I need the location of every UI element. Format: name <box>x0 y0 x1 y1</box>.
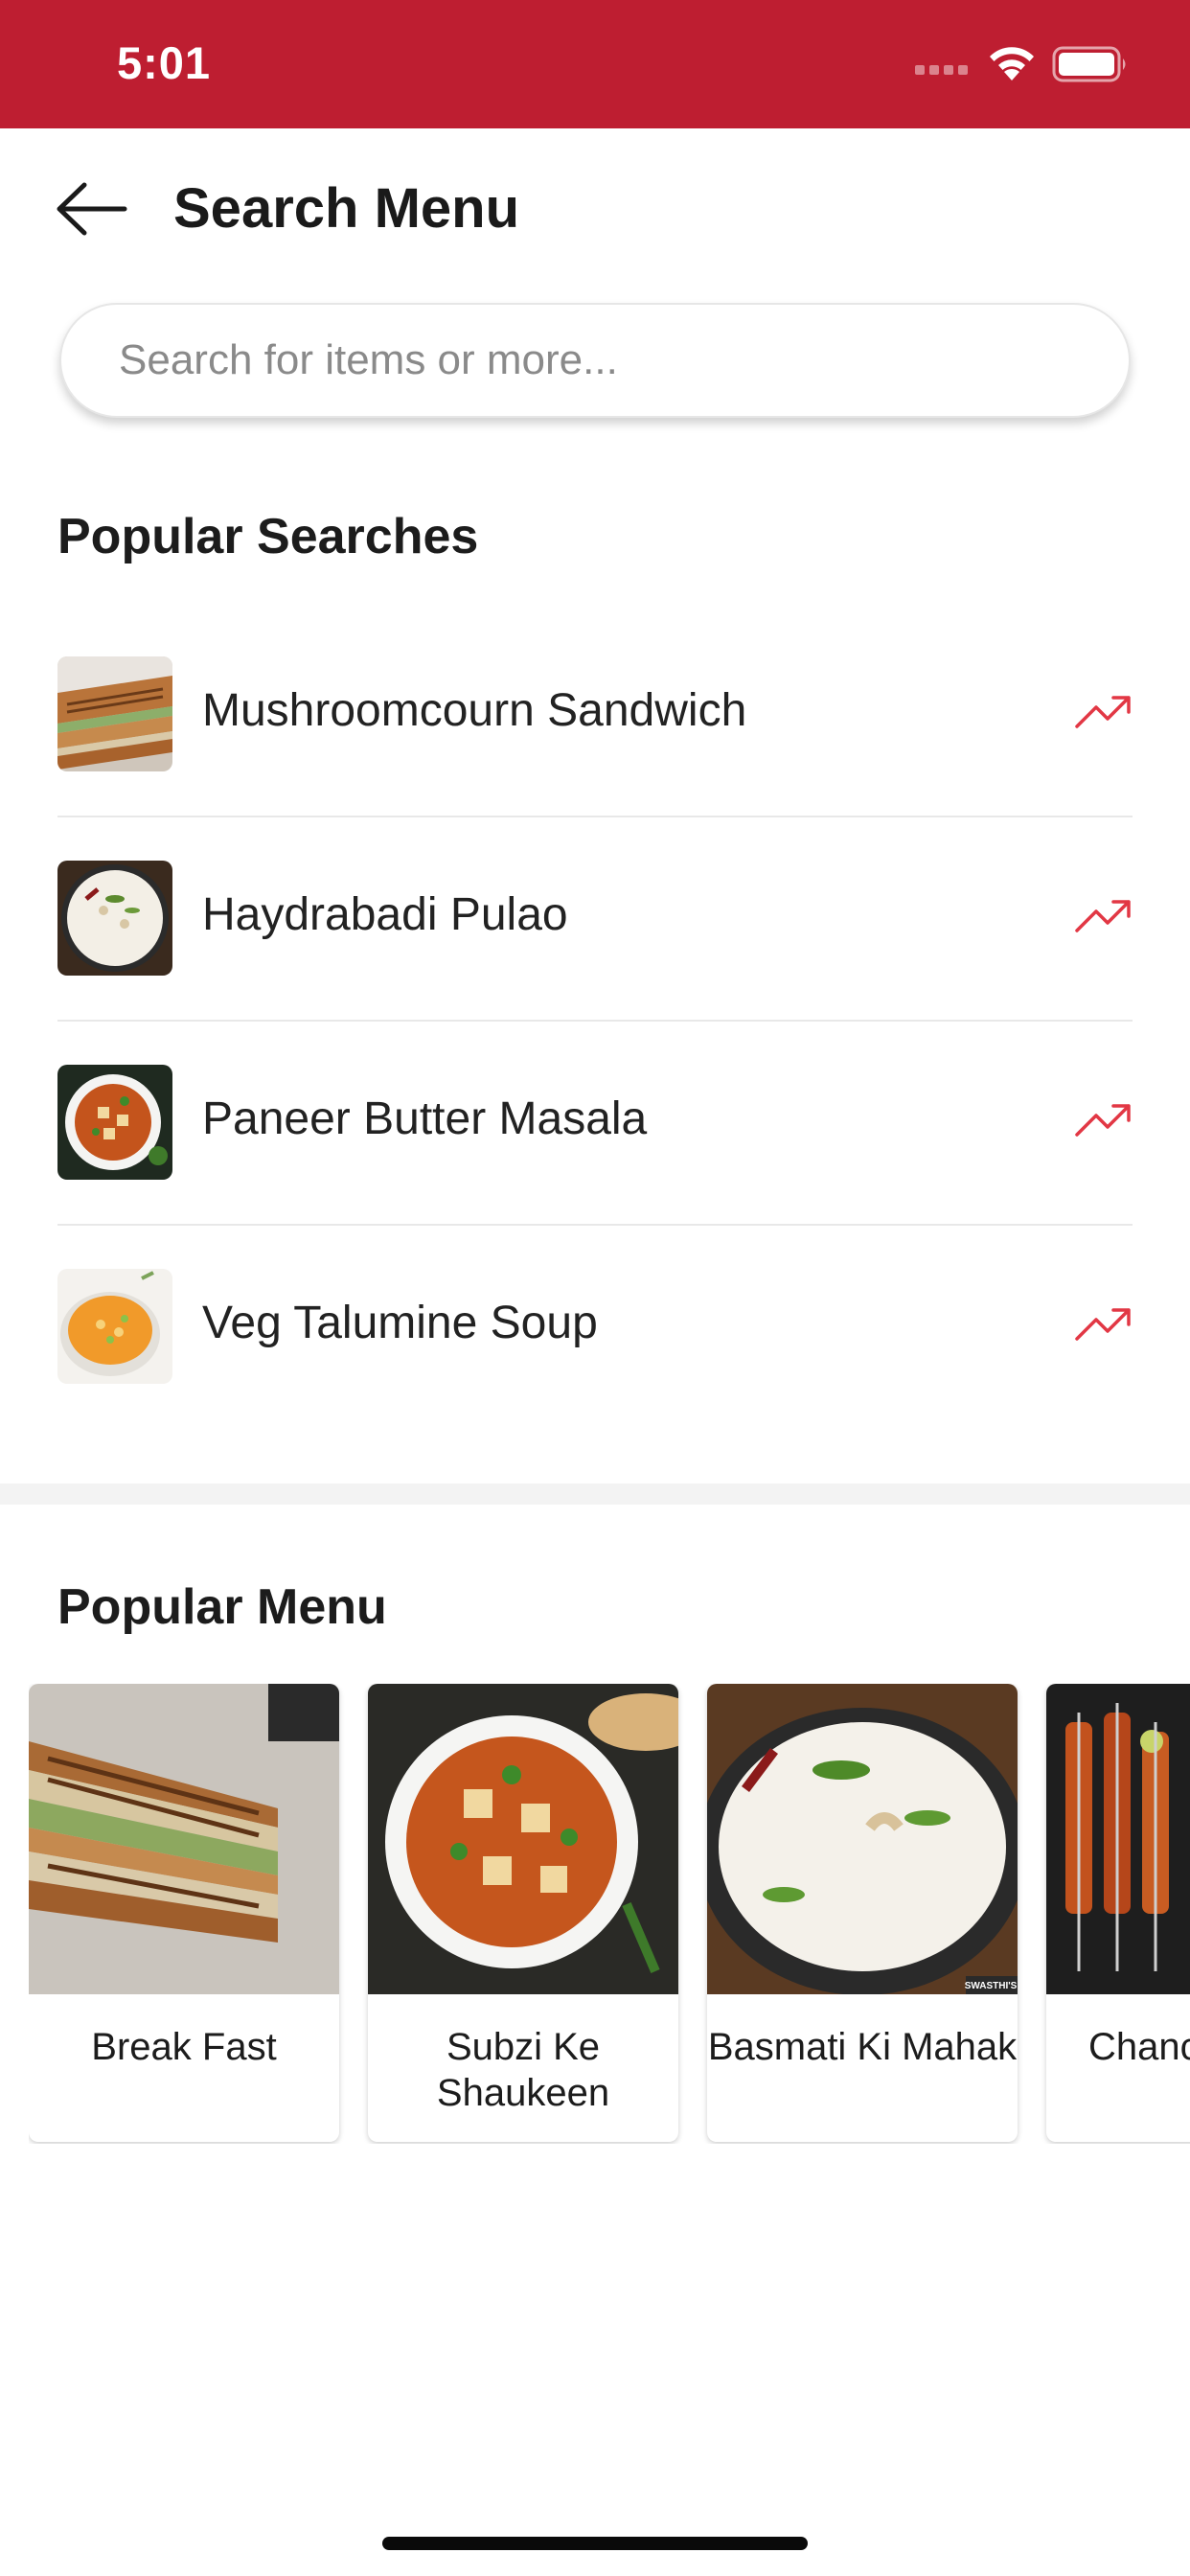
section-separator <box>0 1484 1190 1505</box>
pulao-thumbnail <box>57 861 172 976</box>
status-bar: 5:01 <box>0 0 1190 128</box>
search-item-label: Paneer Butter Masala <box>202 1093 648 1144</box>
search-item-sandwich[interactable]: Mushroomcourn Sandwich <box>57 613 1133 817</box>
back-button[interactable] <box>54 177 130 241</box>
trending-up-icon <box>1075 900 1131 932</box>
menu-card-breakfast[interactable]: Break Fast <box>29 1684 339 2142</box>
sandwich-thumbnail <box>57 656 172 771</box>
trending-up-icon <box>1075 696 1131 728</box>
menu-card-subzi[interactable]: Subzi Ke Shaukeen <box>368 1684 678 2142</box>
popular-menu-carousel[interactable]: Break Fast Subzi Ke Shaukeen SWASTHI'S B… <box>29 1684 1190 2144</box>
search-item-pulao[interactable]: Haydrabadi Pulao <box>57 817 1133 1022</box>
status-time: 5:01 <box>117 37 212 88</box>
header: Search Menu <box>0 128 1190 291</box>
menu-card-name-part: Chanc Spe <box>1088 2026 1190 2068</box>
trending-up-icon <box>1075 1104 1131 1137</box>
search-input[interactable] <box>119 305 1077 416</box>
home-indicator <box>382 2537 808 2550</box>
menu-card-name: Basmati Ki Mahak <box>707 2026 1018 2068</box>
arrow-left-icon <box>57 182 127 236</box>
wifi-icon <box>990 47 1034 80</box>
rice-photo: SWASTHI'S <box>707 1684 1018 1994</box>
popular-searches-list: Mushroomcourn Sandwich Haydrabadi Pulao <box>57 613 1133 1430</box>
tikka-skewers-photo <box>1046 1684 1190 1994</box>
paneer-curry-photo <box>368 1684 678 1994</box>
trending-up-icon <box>1075 1308 1131 1341</box>
cellular-signal-icon <box>915 65 968 75</box>
rice-photo-watermark: SWASTHI'S <box>965 1981 1018 1991</box>
menu-card-basmati[interactable]: SWASTHI'S Basmati Ki Mahak <box>707 1684 1018 2142</box>
menu-card-name: Break Fast <box>91 2026 277 2068</box>
search-item-label: Veg Talumine Soup <box>202 1298 598 1348</box>
search-item-label: Haydrabadi Pulao <box>202 889 568 940</box>
popular-searches-title: Popular Searches <box>57 509 479 564</box>
battery-icon <box>1052 46 1126 82</box>
menu-card-name: Subzi Ke Shaukeen <box>436 2026 610 2114</box>
page-title: Search Menu <box>173 177 519 240</box>
popular-menu-title: Popular Menu <box>57 1579 387 1635</box>
soup-thumbnail <box>57 1269 172 1384</box>
menu-card-name: Chanc Spe <box>1046 2024 1190 2070</box>
search-item-paneer[interactable]: Paneer Butter Masala <box>57 1022 1133 1226</box>
search-box[interactable] <box>59 303 1131 418</box>
paneer-masala-thumbnail <box>57 1065 172 1180</box>
search-item-label: Mushroomcourn Sandwich <box>202 685 747 736</box>
search-item-soup[interactable]: Veg Talumine Soup <box>57 1226 1133 1430</box>
sandwich-photo <box>29 1684 339 1994</box>
menu-card-chanc[interactable]: Chanc Spe <box>1046 1684 1190 2142</box>
